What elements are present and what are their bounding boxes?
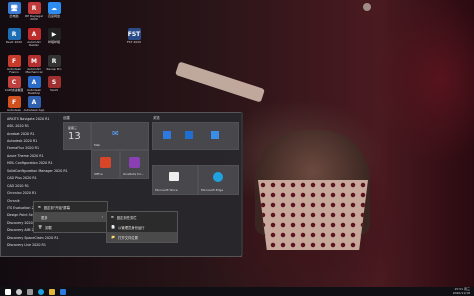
tile-group-label-2: 浏览 [153, 116, 160, 120]
app-list-item[interactable]: HEIL Configuration 2020 R1 [3, 160, 83, 167]
tile-mail[interactable]: ✉ Mail [91, 122, 149, 150]
store-icon [169, 172, 179, 181]
context-menu-item[interactable]: 🗑 卸载 [34, 222, 107, 232]
app-icon: A [27, 76, 41, 88]
context-menu-secondary: ⊞ 固定到任务栏 📄 以管理员身份运行 📁 打开文件位置 [106, 211, 178, 243]
tile-calendar[interactable]: 星期三 13 [63, 122, 91, 150]
context-menu-primary: ⊞ 固定到"开始"屏幕 更多 › 🗑 卸载 [33, 201, 108, 233]
system-tray[interactable]: 15:51 周三 2020/11/18 [452, 287, 470, 295]
desktop-icon-label: Revit 2020 [5, 40, 23, 44]
mail-icon: ✉ [112, 129, 119, 138]
menu-item-icon: 📄 [111, 225, 116, 229]
app-icon: ▶ [47, 28, 61, 40]
desktop-icon-label: 哔哩哔哩 [47, 40, 60, 44]
desktop-icon-label: SAAS [49, 88, 59, 92]
app-icon: F [7, 55, 21, 67]
menu-item-icon: 📁 [111, 235, 116, 239]
wallpaper-cup [258, 180, 368, 250]
tile-edge[interactable]: Microsoft Edge [198, 165, 239, 195]
menu-item-label: 卸载 [45, 225, 52, 230]
app-icon [185, 131, 193, 139]
app-icon: FST [127, 28, 141, 40]
app-icon: A [27, 28, 41, 40]
desktop-icon[interactable]: S SAAS [42, 76, 66, 92]
context-menu-item[interactable]: ⊞ 固定到任务栏 [107, 212, 177, 222]
menu-item-label: 打开文件位置 [118, 235, 138, 240]
context-menu-item[interactable]: 更多 › [34, 212, 107, 222]
desktop-icon[interactable]: ▶ 哔哩哔哩 [42, 28, 66, 44]
taskbar: 15:51 周三 2020/11/18 [0, 287, 474, 296]
app-icon: R [27, 2, 41, 14]
app-icon: C [7, 76, 21, 88]
folder-icon[interactable] [49, 288, 55, 295]
tile-store[interactable]: Microsoft Store [152, 165, 198, 195]
wallpaper-ornament [363, 3, 371, 11]
menu-item-icon: ⊞ [38, 205, 41, 209]
tile-label: Microsoft Edge [201, 188, 224, 192]
onenote-icon [129, 157, 140, 168]
context-menu-item[interactable]: ⊞ 固定到"开始"屏幕 [34, 202, 107, 212]
app-icon: A [27, 96, 41, 108]
tile-onenote[interactable]: OneNote for... [120, 150, 149, 179]
menu-item-label: 固定到"开始"屏幕 [43, 205, 70, 210]
tile-label: Mail [94, 143, 101, 147]
app-list-item[interactable]: CAD 2020 R1 [3, 182, 83, 189]
tile-label: Microsoft Store [155, 188, 178, 192]
app-icon: R [47, 55, 61, 67]
app-list-item[interactable]: Chronico 2020 R1 [3, 189, 83, 196]
taskview-icon[interactable] [27, 288, 33, 295]
menu-item-label: 更多 [41, 215, 48, 220]
app-icon: S [47, 76, 61, 88]
app-list-item[interactable]: CAD Plus 2020 R1 [3, 175, 83, 182]
app-icon: 🖥 [7, 2, 21, 14]
office-icon [100, 157, 111, 168]
app-icon: R [7, 28, 21, 40]
search-icon[interactable] [16, 288, 22, 295]
edge-icon [213, 172, 223, 182]
tile-label: Office [94, 172, 103, 176]
app-icon [163, 131, 171, 139]
app-icon: ☁ [47, 2, 61, 14]
store-icon[interactable] [60, 288, 66, 295]
desktop-icon-label: 百度网盘 [47, 14, 60, 18]
app-icon [211, 131, 219, 139]
menu-item-label: 以管理员身份运行 [118, 225, 145, 230]
desktop-icon-label: FST 2020 [127, 40, 141, 44]
app-list-item[interactable]: SolidConfiguration Manager 2020 R1 [3, 167, 83, 174]
app-icon: F [7, 96, 21, 108]
context-menu-item[interactable]: 📄 以管理员身份运行 [107, 222, 177, 232]
chevron-right-icon: › [101, 215, 103, 219]
desktop-icon-label: Recap Pro [46, 67, 62, 71]
tile-group-label-1: 创建 [63, 116, 70, 120]
edge-icon[interactable] [38, 288, 44, 295]
tile-group-browse-top[interactable] [152, 122, 239, 150]
menu-item-label: 固定到任务栏 [116, 215, 137, 220]
menu-item-icon: 🗑 [38, 225, 43, 229]
desktop-icon-label: CAD快速看图 [4, 88, 24, 92]
start-icon[interactable] [5, 288, 11, 295]
app-icon: M [27, 55, 41, 67]
tile-office[interactable]: Office [91, 150, 120, 179]
tile-label: OneNote for... [123, 172, 144, 176]
desktop-icon[interactable]: FST FST 2020 [122, 28, 146, 44]
clock-date: 2020/11/18 [452, 290, 470, 295]
desktop-icon[interactable]: ☁ 百度网盘 [42, 2, 66, 18]
start-menu-divider [241, 112, 243, 255]
app-list-item[interactable]: Azure Theme 2020 R1 [3, 152, 83, 159]
context-menu-item[interactable]: 📁 打开文件位置 [107, 232, 177, 242]
app-list-item[interactable]: Discovery Live 2020 R1 [3, 241, 83, 248]
desktop-icon[interactable]: R Recap Pro [42, 55, 66, 71]
calendar-day: 13 [68, 131, 81, 142]
menu-item-icon: ⊞ [111, 215, 114, 219]
desktop-icon-label: 此电脑 [9, 14, 19, 18]
app-list-item[interactable]: Discovery SpaceClaim 2020 R1 [3, 234, 83, 241]
calendar-weekday: 星期三 [68, 126, 78, 130]
